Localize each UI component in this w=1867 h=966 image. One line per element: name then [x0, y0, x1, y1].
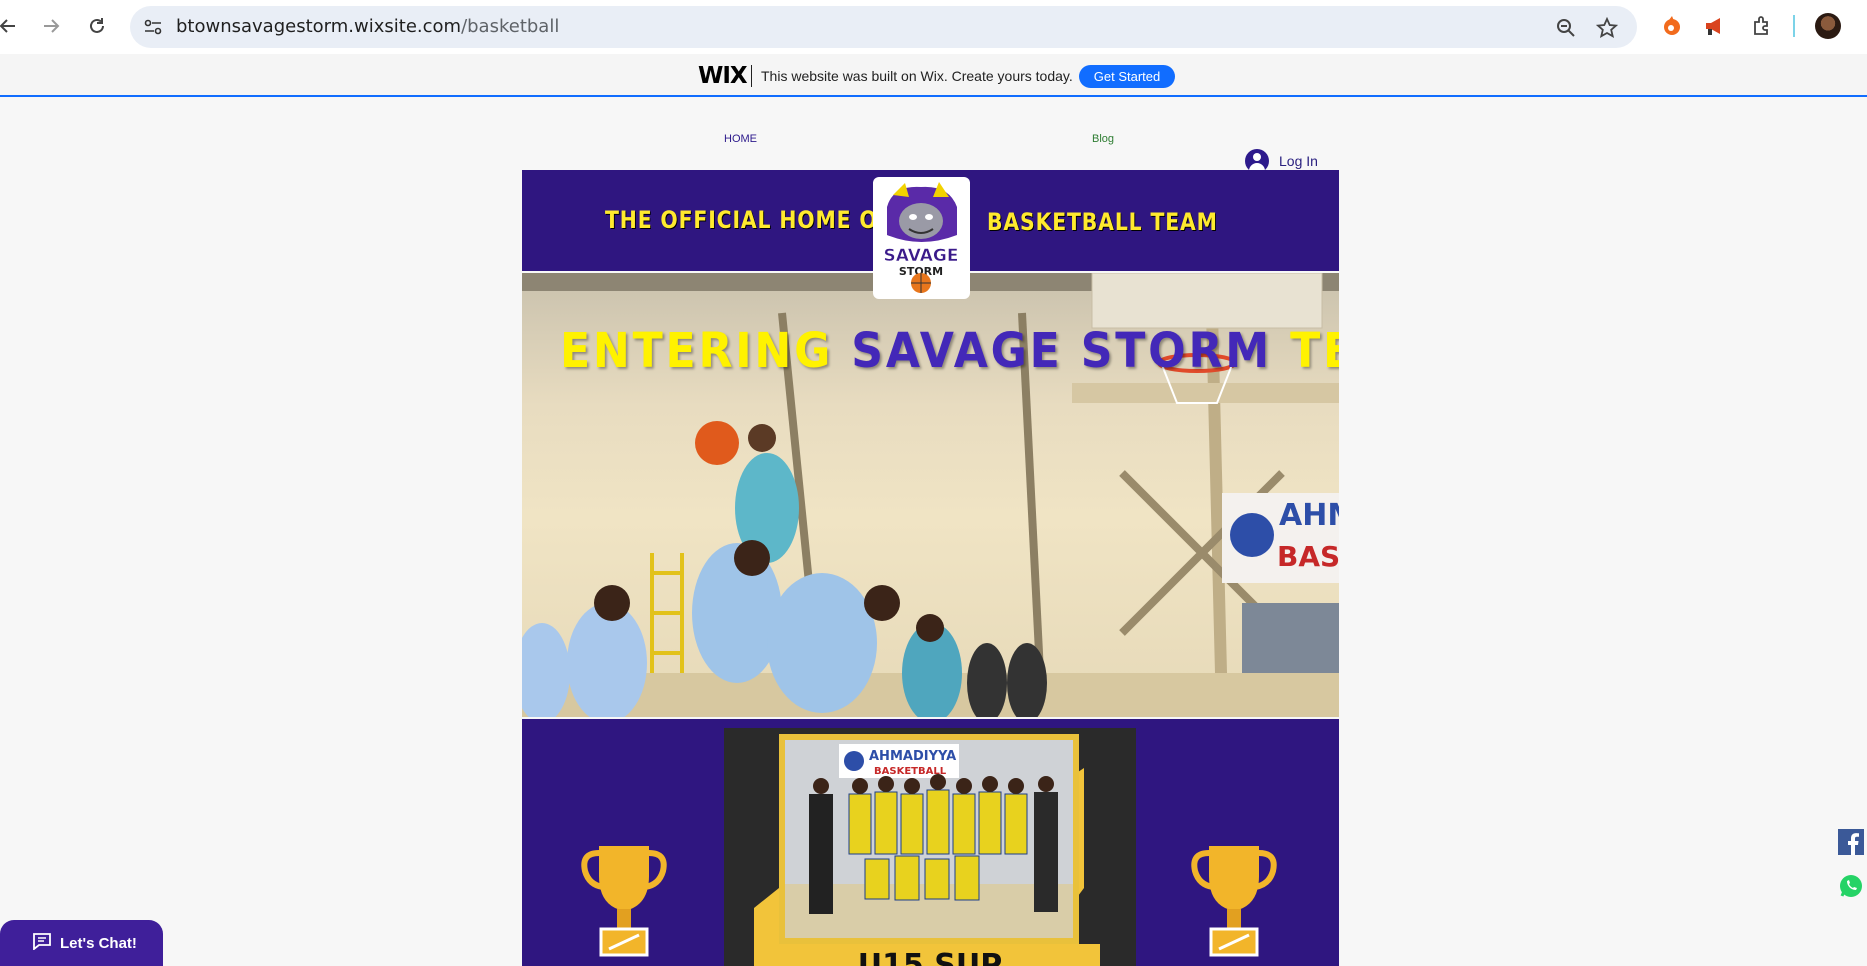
address-bar[interactable]: btownsavagestorm.wixsite.com/basketball [130, 6, 1637, 48]
hero-title-part3: TERRITORY [1290, 323, 1339, 379]
poster-title: U15 SUP CHAMPIONS [760, 944, 1100, 966]
forward-icon[interactable] [39, 14, 63, 38]
profile-avatar[interactable] [1815, 13, 1841, 39]
team-photo: AHMADIYYA BASKETBALL [779, 734, 1079, 944]
extensions-puzzle-icon[interactable] [1750, 14, 1774, 38]
wix-message: This website was built on Wix. Create yo… [761, 68, 1073, 84]
chat-icon [32, 932, 52, 954]
nav-home[interactable]: HOME [724, 133, 757, 145]
back-icon[interactable] [0, 14, 20, 38]
header-right-text: BASKETBALL TEAM [987, 208, 1218, 236]
trophy-icon [1189, 841, 1279, 957]
chat-button[interactable]: Let's Chat! [0, 920, 163, 966]
whatsapp-icon[interactable] [1839, 874, 1865, 900]
extension-megaphone-icon[interactable] [1703, 14, 1727, 38]
hero-banner-text-2: BASKE [1277, 540, 1339, 573]
url-path: /basketball [461, 16, 560, 37]
login-label: Log In [1279, 153, 1318, 169]
wix-logo[interactable]: WIX [698, 63, 748, 89]
site-settings-icon[interactable] [142, 16, 164, 38]
url-text[interactable]: btownsavagestorm.wixsite.com/basketball [176, 16, 559, 37]
hero-title-part2: SAVAGE STORM [851, 323, 1272, 379]
toolbar-divider [1793, 15, 1795, 37]
extension-flame-icon[interactable] [1660, 14, 1684, 38]
get-started-button[interactable]: Get Started [1079, 65, 1175, 88]
wix-banner: WIX This website was built on Wix. Creat… [0, 54, 1867, 97]
hero-title: ENTERING SAVAGE STORM TERRITORY [560, 323, 1339, 379]
svg-text:SAVAGE: SAVAGE [884, 246, 959, 266]
hero-banner-text: AHMA [1279, 498, 1339, 533]
wix-separator [751, 65, 752, 87]
reload-icon[interactable] [85, 14, 109, 38]
facebook-icon[interactable] [1838, 829, 1864, 855]
chat-label: Let's Chat! [60, 934, 137, 952]
bookmark-star-icon[interactable] [1595, 16, 1619, 39]
hero-title-part1: ENTERING [560, 323, 852, 379]
trophy-icon [579, 841, 669, 957]
url-host: btownsavagestorm.wixsite.com [176, 16, 462, 37]
hero-image: AHMA BASKE ENTERING SAVAGE STORM TERRITO… [522, 273, 1339, 717]
poster-banner: AHMADIYYA [869, 749, 956, 764]
champions-poster[interactable]: AHMADIYYA BASKETBALL U15 SUP [724, 728, 1136, 966]
nav-blog[interactable]: Blog [1092, 133, 1114, 145]
zoom-icon[interactable] [1555, 17, 1577, 39]
browser-toolbar: btownsavagestorm.wixsite.com/basketball [0, 0, 1867, 54]
championship-section: AHMADIYYA BASKETBALL U15 SUP [522, 719, 1339, 966]
team-logo[interactable]: SAVAGE STORM [873, 177, 970, 299]
header-left-text: THE OFFICIAL HOME OF [605, 206, 893, 234]
